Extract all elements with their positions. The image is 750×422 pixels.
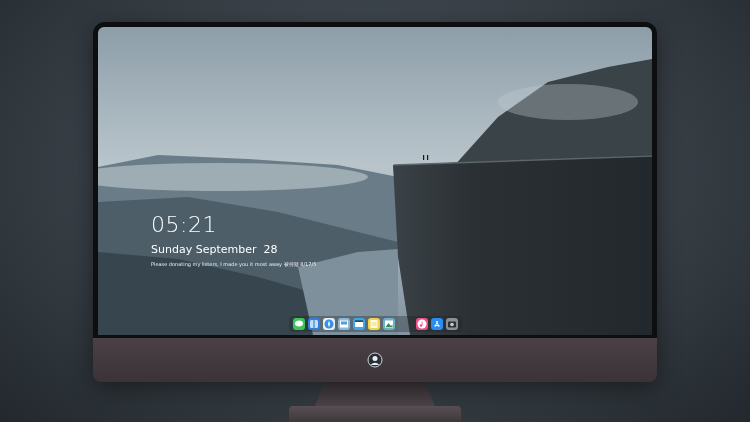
notes-icon [368, 318, 380, 330]
camera-icon [446, 318, 458, 330]
clock-time: 05:21 [151, 211, 644, 239]
photos-icon [383, 318, 395, 330]
monitor-stand-base [289, 406, 461, 422]
wallpaper-photo [98, 27, 652, 335]
monitor-chin [93, 338, 657, 382]
dock-app[interactable] [338, 318, 350, 330]
finder-icon [308, 318, 320, 330]
dock-app[interactable] [383, 318, 395, 330]
monitor-stand-neck [315, 382, 435, 406]
dock-app[interactable] [308, 318, 320, 330]
dock-app[interactable] [323, 318, 335, 330]
monitor: 05:21 Sunday September 28 Please donatin… [93, 22, 657, 382]
clock-caption: Please donating my listers, I made you i… [151, 261, 644, 268]
dock-app[interactable] [416, 318, 428, 330]
music-icon [416, 318, 428, 330]
messages-icon [293, 318, 305, 330]
lock-clock: 05:21 Sunday September 28 Please donatin… [151, 211, 644, 268]
dock-app[interactable] [293, 318, 305, 330]
clock-date: Sunday September 28 [151, 243, 644, 257]
video-icon [353, 318, 365, 330]
screen: 05:21 Sunday September 28 Please donatin… [98, 27, 652, 335]
dock-app[interactable] [368, 318, 380, 330]
dock-app[interactable] [431, 318, 443, 330]
dock [289, 316, 462, 332]
safari-icon [323, 318, 335, 330]
desktop-background: 05:21 Sunday September 28 Please donatin… [0, 0, 750, 422]
dock-separator [398, 318, 413, 330]
monitor-bezel: 05:21 Sunday September 28 Please donatin… [93, 22, 657, 338]
dock-app[interactable] [446, 318, 458, 330]
preview-icon [338, 318, 350, 330]
appstore-icon [431, 318, 443, 330]
brand-logo-icon [367, 352, 383, 368]
dock-app[interactable] [353, 318, 365, 330]
